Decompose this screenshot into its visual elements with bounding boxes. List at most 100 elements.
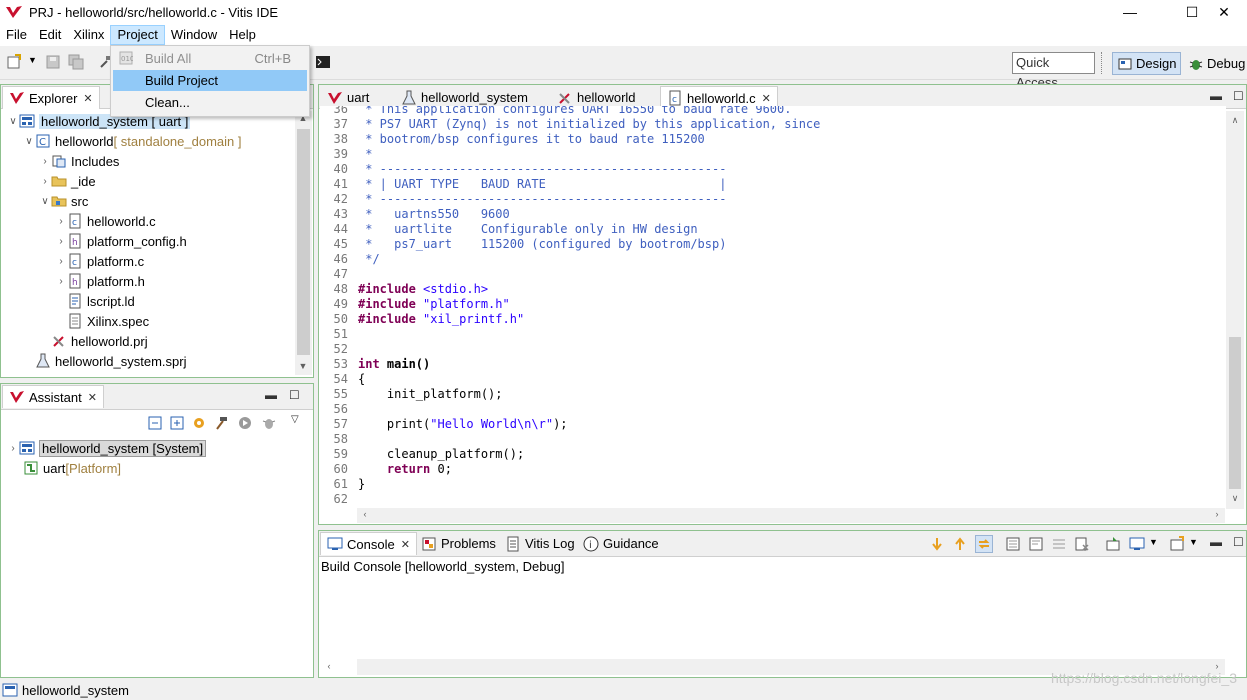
tree-item[interactable]: Xilinx.spec <box>67 311 149 331</box>
svg-text:h: h <box>72 238 78 248</box>
chevron-right-icon[interactable]: › <box>7 443 19 454</box>
save-all-icon[interactable] <box>68 54 84 70</box>
open-console-dropdown-icon[interactable]: ▼ <box>1189 537 1198 547</box>
tree-item[interactable]: › h platform.h <box>55 271 145 291</box>
scroll-up-icon[interactable]: ∧ <box>1227 115 1243 126</box>
gear-icon[interactable] <box>191 415 207 431</box>
tree-item[interactable]: uart [Platform] <box>23 458 121 478</box>
tree-item[interactable]: helloworld.prj <box>51 331 148 351</box>
build-all-menu-item[interactable]: 010 Build All Ctrl+B <box>113 48 307 69</box>
open-console-icon[interactable] <box>1169 536 1185 552</box>
link-icon[interactable] <box>975 535 993 553</box>
scroll-down-icon[interactable]: ▼ <box>295 361 311 371</box>
scroll-down-icon[interactable]: ∨ <box>1227 493 1243 504</box>
menu-help[interactable]: Help <box>223 25 262 45</box>
system-project-file-icon <box>35 353 51 369</box>
close-icon[interactable]: ✕ <box>88 391 97 404</box>
tab-explorer[interactable]: Explorer ✕ <box>2 86 100 109</box>
scroll-right-icon[interactable]: › <box>1209 509 1225 519</box>
tab-vitis-log[interactable]: Vitis Log <box>499 532 581 555</box>
tab-console[interactable]: Console ✕ <box>320 532 417 555</box>
editor-vscrollbar[interactable]: ∧ ∨ <box>1226 111 1244 509</box>
tree-item[interactable]: › h platform_config.h <box>55 231 187 251</box>
menu-xilinx[interactable]: Xilinx <box>67 25 110 45</box>
minimize-view-icon[interactable]: ▬ <box>1210 89 1222 103</box>
editor-hscrollbar[interactable]: ‹ › <box>357 507 1225 523</box>
chevron-right-icon[interactable]: › <box>55 256 67 267</box>
tab-assistant[interactable]: Assistant ✕ <box>2 385 104 408</box>
maximize-view-icon[interactable]: ☐ <box>1233 89 1244 103</box>
tree-item-suffix: [ standalone_domain ] <box>113 133 242 149</box>
collapse-all-icon[interactable] <box>147 415 163 431</box>
menu-edit[interactable]: Edit <box>33 25 67 45</box>
arrow-down-icon[interactable] <box>929 536 945 552</box>
chevron-down-icon[interactable]: ∨ <box>7 116 19 127</box>
display-console-icon[interactable] <box>1129 536 1145 552</box>
code-line: 54{ <box>333 372 366 386</box>
scroll-lock-icon[interactable] <box>1005 536 1021 552</box>
code-editor[interactable]: 36 * This application configures UART 16… <box>320 106 1226 508</box>
explorer-scrollbar[interactable]: ▲ ▼ <box>295 111 312 375</box>
chevron-right-icon[interactable]: › <box>55 216 67 227</box>
tree-item[interactable]: › Includes <box>39 151 119 171</box>
clear-console-icon[interactable] <box>1074 536 1090 552</box>
tree-item[interactable]: › c platform.c <box>55 251 144 271</box>
debug-perspective-button[interactable]: Debug <box>1184 52 1247 75</box>
chevron-right-icon[interactable]: › <box>55 276 67 287</box>
close-icon[interactable]: ✕ <box>83 92 92 105</box>
chevron-right-icon[interactable]: › <box>55 236 67 247</box>
maximize-view-icon[interactable]: ☐ <box>1233 535 1244 549</box>
tree-item[interactable]: ∨ src <box>39 191 88 211</box>
arrow-up-icon[interactable] <box>952 536 968 552</box>
close-icon[interactable]: ✕ <box>762 92 771 105</box>
scrollbar-thumb[interactable] <box>297 129 310 355</box>
menu-window[interactable]: Window <box>165 25 223 45</box>
close-icon[interactable]: ✕ <box>401 538 410 551</box>
close-icon[interactable]: ✕ <box>1201 0 1247 24</box>
svg-text:h: h <box>72 278 78 288</box>
tree-item[interactable]: › helloworld_system [System] <box>7 438 207 458</box>
debug-bug-icon[interactable] <box>261 415 277 431</box>
tree-item[interactable]: lscript.ld <box>67 291 135 311</box>
word-wrap-icon[interactable] <box>1028 536 1044 552</box>
run-icon[interactable] <box>237 415 253 431</box>
tree-item[interactable]: helloworld_system.sprj <box>35 351 187 371</box>
chevron-right-icon[interactable]: › <box>39 176 51 187</box>
expand-all-icon[interactable] <box>169 415 185 431</box>
tree-item[interactable]: › c helloworld.c <box>55 211 156 231</box>
hammer-icon[interactable] <box>213 415 229 431</box>
editor-tab-label: helloworld <box>577 90 636 105</box>
new-icon[interactable] <box>6 54 22 70</box>
chevron-down-icon[interactable]: ∨ <box>39 196 51 207</box>
maximize-view-icon[interactable]: ☐ <box>289 388 300 402</box>
scroll-left-icon[interactable]: ‹ <box>357 509 373 519</box>
save-icon[interactable] <box>45 54 61 70</box>
quick-access-input[interactable]: Quick Access <box>1012 52 1095 90</box>
tree-item[interactable]: ∨ C helloworld [ standalone_domain ] <box>23 131 241 151</box>
display-console-dropdown-icon[interactable]: ▼ <box>1149 537 1158 547</box>
view-menu-icon[interactable]: ▽ <box>291 414 299 425</box>
minimize-view-icon[interactable]: ▬ <box>1210 535 1222 549</box>
project-settings-icon <box>51 333 67 349</box>
design-perspective-button[interactable]: Design <box>1112 52 1182 75</box>
console-tab-label: Console <box>347 536 395 552</box>
code-line: 43 * uartns550 9600 <box>333 207 510 221</box>
chevron-right-icon[interactable]: › <box>39 156 51 167</box>
terminal-icon[interactable] <box>315 54 331 70</box>
build-project-menu-item[interactable]: Build Project <box>113 70 307 91</box>
menu-file[interactable]: File <box>0 25 33 45</box>
menu-project[interactable]: Project <box>110 25 165 45</box>
clean-menu-item[interactable]: Clean... <box>113 92 307 113</box>
scroll-left-icon[interactable]: ‹ <box>321 661 337 671</box>
pin-console-icon[interactable] <box>1105 536 1121 552</box>
chevron-down-icon[interactable]: ∨ <box>23 136 35 147</box>
minimize-view-icon[interactable]: ▬ <box>265 388 277 402</box>
show-console-icon[interactable] <box>1051 536 1067 552</box>
tree-item[interactable]: › _ide <box>39 171 95 191</box>
tab-problems[interactable]: Problems <box>415 532 502 555</box>
new-dropdown-icon[interactable]: ▼ <box>28 55 37 65</box>
scrollbar-thumb[interactable] <box>1229 337 1241 489</box>
tab-guidance[interactable]: i Guidance <box>577 532 665 555</box>
minimize-icon[interactable]: — <box>1107 0 1153 24</box>
system-project-file-icon <box>402 90 416 104</box>
